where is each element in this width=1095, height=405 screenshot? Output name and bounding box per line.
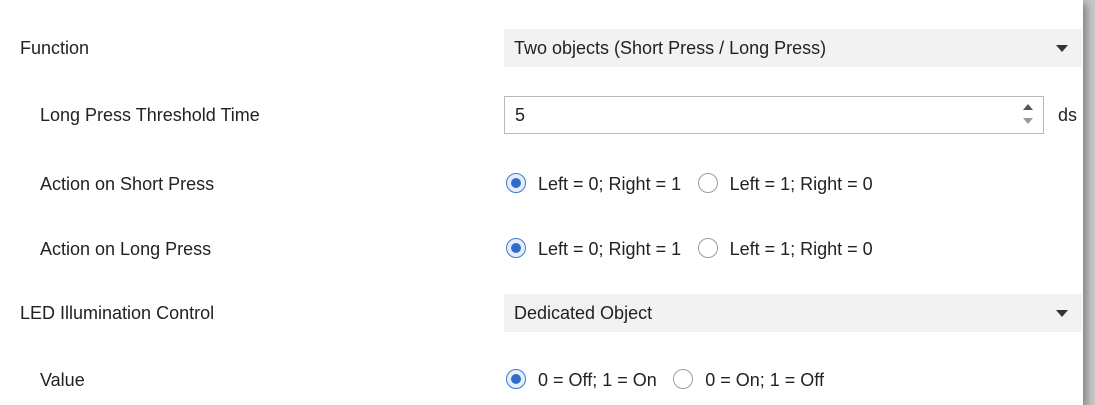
long-press-option-1[interactable]: Left = 0; Right = 1 [506,229,681,269]
radio-unselected-icon[interactable] [673,369,694,389]
short-press-radio-group: Left = 0; Right = 1 Left = 1; Right = 0 [506,164,885,204]
led-control-dropdown-value: Dedicated Object [514,303,653,323]
radio-selected-icon[interactable] [506,238,526,258]
function-label: Function [20,38,90,58]
long-press-radio-group: Left = 0; Right = 1 Left = 1; Right = 0 [506,229,885,269]
long-press-row: Action on Long Press Left = 0; Right = 1… [0,229,1083,269]
radio-unselected-icon[interactable] [697,173,718,193]
caret-down-icon [1056,45,1068,52]
value-option-2-label: 0 = On; 1 = Off [705,370,824,390]
function-dropdown-value: Two objects (Short Press / Long Press) [514,38,827,58]
short-press-option-1[interactable]: Left = 0; Right = 1 [506,164,681,204]
caret-down-icon [1056,310,1068,317]
long-press-option-2-label: Left = 1; Right = 0 [729,239,873,259]
threshold-value: 5 [515,105,526,125]
short-press-option-2-label: Left = 1; Right = 0 [729,174,873,194]
function-dropdown[interactable]: Two objects (Short Press / Long Press) [504,29,1082,67]
led-control-row: LED Illumination Control Dedicated Objec… [0,293,1083,333]
threshold-unit: ds [1058,105,1078,125]
long-press-option-1-label: Left = 0; Right = 1 [538,239,682,259]
value-row: Value 0 = Off; 1 = On 0 = On; 1 = Off [0,360,1083,400]
long-press-option-2[interactable]: Left = 1; Right = 0 [697,229,873,269]
threshold-label: Long Press Threshold Time [40,105,260,125]
short-press-row: Action on Short Press Left = 0; Right = … [0,164,1083,204]
parameter-panel: Function Two objects (Short Press / Long… [0,0,1083,405]
function-row: Function Two objects (Short Press / Long… [0,28,1083,68]
led-control-dropdown[interactable]: Dedicated Object [504,294,1082,332]
short-press-option-2[interactable]: Left = 1; Right = 0 [697,164,873,204]
spin-down-icon[interactable] [1023,118,1033,124]
threshold-spinbox[interactable]: 5 [504,96,1044,134]
spin-up-icon[interactable] [1023,104,1033,110]
value-option-1[interactable]: 0 = Off; 1 = On [506,360,657,400]
value-label: Value [40,370,85,390]
value-option-2[interactable]: 0 = On; 1 = Off [673,360,824,400]
short-press-label: Action on Short Press [40,174,215,194]
value-option-1-label: 0 = Off; 1 = On [538,370,657,390]
radio-selected-icon[interactable] [506,173,526,193]
value-radio-group: 0 = Off; 1 = On 0 = On; 1 = Off [506,360,836,400]
up-down-arrows-icon[interactable] [1023,104,1033,126]
threshold-row: Long Press Threshold Time 5 ds [0,95,1083,135]
radio-selected-icon[interactable] [506,369,526,389]
long-press-label: Action on Long Press [40,239,212,259]
short-press-option-1-label: Left = 0; Right = 1 [538,174,682,194]
led-control-label: LED Illumination Control [20,303,215,323]
radio-unselected-icon[interactable] [697,238,718,258]
